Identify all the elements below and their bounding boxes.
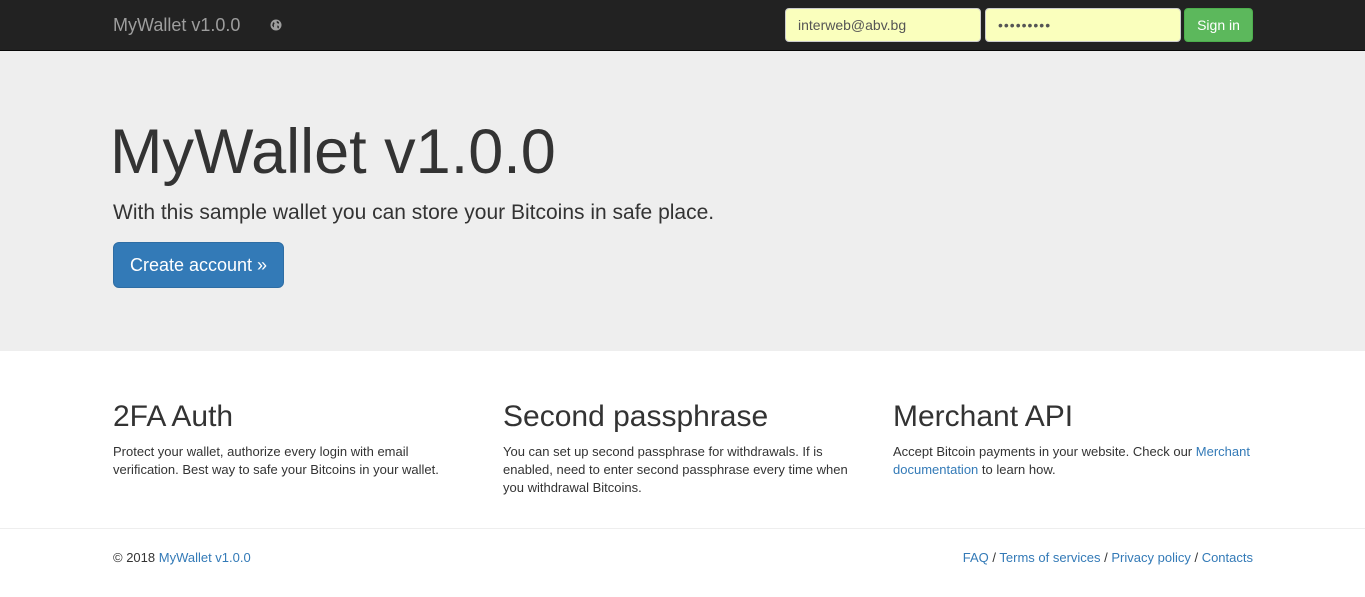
feature-title: Second passphrase [503,400,769,433]
hero-section: MyWallet v1.0.0 With this sample wallet … [0,51,1365,351]
faq-link[interactable]: FAQ [963,550,989,565]
feature-second-passphrase: Second passphrase You can set up second … [503,398,863,497]
feature-title: Merchant API [893,400,1074,433]
feature-text: Protect your wallet, authorize every log… [113,444,439,477]
email-field[interactable] [785,8,981,42]
footer-links: FAQ / Terms of services / Privacy policy… [963,549,1253,567]
navbar-brand[interactable]: MyWallet v1.0.0 [113,14,240,36]
footer-separator: / [1100,550,1112,565]
create-account-button[interactable]: Create account » [113,242,284,288]
feature-text-before: Accept Bitcoin payments in your website.… [893,444,1196,459]
top-navbar: MyWallet v1.0.0 Sign in [0,0,1365,51]
feature-merchant-api: Merchant API Accept Bitcoin payments in … [893,398,1253,479]
copyright-home-link[interactable]: MyWallet v1.0.0 [159,550,251,565]
password-field[interactable] [985,8,1181,42]
privacy-policy-link[interactable]: Privacy policy [1111,550,1190,565]
feature-2fa: 2FA Auth Protect your wallet, authorize … [113,398,473,479]
sign-in-button[interactable]: Sign in [1184,8,1253,42]
globe-icon[interactable] [270,18,282,31]
hero-title: MyWallet v1.0.0 [110,117,556,187]
footer-divider [0,528,1365,529]
copyright-text: © 2018 [113,550,159,565]
feature-text-after: to learn how. [978,462,1056,477]
terms-of-services-link[interactable]: Terms of services [999,550,1100,565]
feature-title: 2FA Auth [113,400,234,433]
footer-separator: / [988,550,1000,565]
feature-text: Accept Bitcoin payments in your website.… [893,443,1253,479]
footer-separator: / [1190,550,1202,565]
hero-lead: With this sample wallet you can store yo… [113,201,715,224]
contacts-link[interactable]: Contacts [1202,550,1253,565]
feature-text: You can set up second passphrase for wit… [503,444,848,495]
copyright: © 2018 MyWallet v1.0.0 [113,549,251,567]
